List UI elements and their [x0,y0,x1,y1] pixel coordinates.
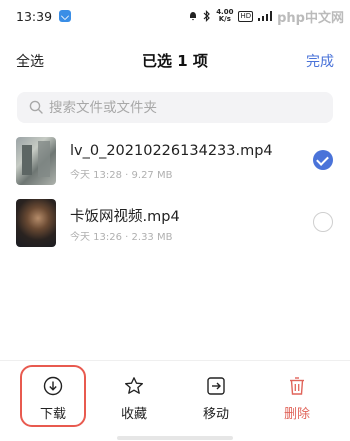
favorite-button[interactable]: 收藏 [99,371,169,427]
favorite-label: 收藏 [120,407,147,422]
app-notification-icon [59,10,71,22]
delete-label: 删除 [283,407,310,422]
unselected-checkbox[interactable] [313,212,333,232]
search-icon [29,100,43,114]
video-thumbnail [16,137,56,185]
network-speed: 4.00 K/s [216,9,233,23]
move-icon [207,377,225,395]
selected-checkbox[interactable] [313,150,333,170]
video-thumbnail [16,199,56,247]
signal-icon [258,11,273,21]
bluetooth-icon [203,10,211,22]
status-bar: 13:39 4.00 K/s HD php中文网 [0,0,350,34]
watermark: php中文网 [277,10,344,26]
file-item[interactable]: lv_0_20210226134233.mp4 今天 13:28 · 9.27 … [0,132,350,190]
status-icons: 4.00 K/s HD php中文网 [188,7,344,26]
move-button[interactable]: 移动 [181,371,251,427]
search-input[interactable] [49,92,319,123]
trash-icon [290,377,304,395]
done-button[interactable]: 完成 [306,51,334,71]
star-icon [125,377,143,394]
file-meta: 今天 13:28 · 9.27 MB [70,170,173,181]
selection-header: 全选 已选 1 项 完成 [0,42,350,78]
file-item[interactable]: 卡饭网视频.mp4 今天 13:26 · 2.33 MB [0,194,350,252]
network-speed-unit: K/s [218,15,231,23]
file-meta: 今天 13:26 · 2.33 MB [70,232,173,243]
download-highlight-annotation [20,365,86,427]
move-label: 移动 [202,407,229,422]
alarm-icon [190,12,197,21]
page-title: 已选 1 项 [142,52,208,70]
file-name: lv_0_20210226134233.mp4 [70,143,273,159]
delete-button[interactable]: 删除 [262,371,332,427]
home-indicator [117,436,233,440]
status-time: 13:39 [16,9,53,24]
file-name: 卡饭网视频.mp4 [70,209,180,225]
hd-badge: HD [238,10,254,22]
search-bar[interactable] [17,92,333,123]
